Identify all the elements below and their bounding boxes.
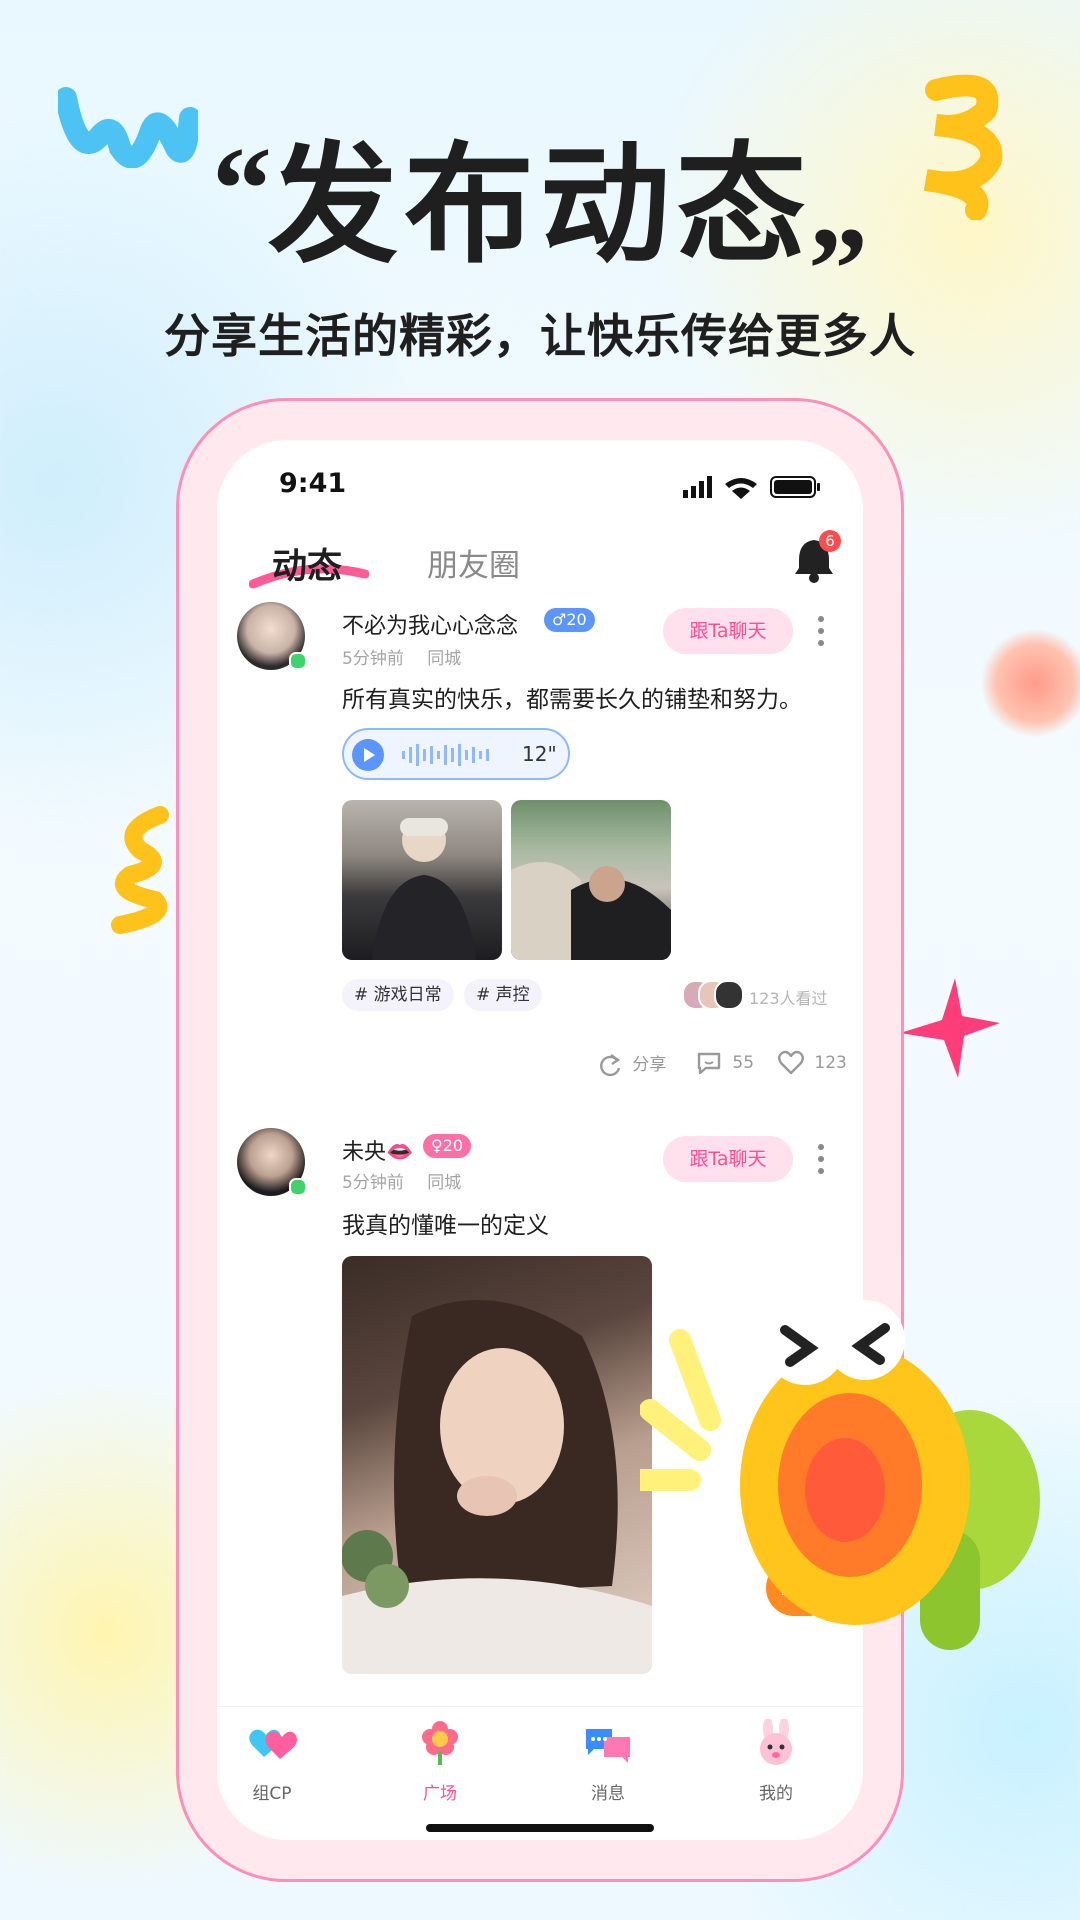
- bunny-icon: [760, 1717, 792, 1765]
- comment-count: 55: [732, 1053, 755, 1073]
- tab-friends-circle[interactable]: 朋友圈: [427, 540, 520, 585]
- topic-tag[interactable]: # 游戏日常: [342, 979, 454, 1011]
- username: 未央👄: [342, 1140, 414, 1165]
- nav-label: 消息: [591, 1784, 625, 1804]
- play-icon[interactable]: [352, 739, 384, 771]
- status-time: 9:41: [279, 468, 347, 499]
- post-photo[interactable]: [342, 1256, 652, 1674]
- voice-duration: 12": [522, 742, 557, 766]
- signal-icon: [683, 490, 688, 498]
- post-photo[interactable]: [342, 800, 502, 960]
- share-icon: [600, 1054, 621, 1077]
- headline: 发布动态: [0, 130, 1080, 280]
- post-time: 5分钟前: [342, 649, 404, 669]
- nav-item-messages[interactable]: 消息: [553, 1719, 663, 1804]
- more-options-icon[interactable]: [817, 1144, 825, 1178]
- online-indicator: [289, 652, 307, 670]
- like-count: 123: [814, 1053, 847, 1073]
- headline-title: 发布动态: [267, 129, 812, 281]
- hearts-icon: [249, 1729, 297, 1759]
- waveform-icon: [402, 744, 489, 766]
- post-text: 所有真实的快乐，都需要长久的铺垫和努力。: [342, 687, 802, 713]
- like-button[interactable]: 123: [777, 1050, 847, 1076]
- chat-button[interactable]: 跟Ta聊天: [663, 608, 793, 654]
- nav-item-cp[interactable]: 组CP: [217, 1719, 327, 1804]
- nav-label: 我的: [759, 1784, 793, 1804]
- feed-tabs: 动态 朋友圈 6: [217, 530, 863, 600]
- status-bar: 9:41: [217, 440, 863, 536]
- heart-icon: [778, 1050, 804, 1075]
- spring-decoration-icon: [111, 806, 169, 934]
- chat-button[interactable]: 跟Ta聊天: [663, 1136, 793, 1182]
- topic-tag[interactable]: # 声控: [464, 979, 542, 1011]
- post-meta: 5分钟前 同城: [342, 644, 479, 669]
- blob-decoration: [980, 628, 1080, 738]
- post-time: 5分钟前: [342, 1173, 404, 1193]
- comment-button[interactable]: 55: [695, 1050, 754, 1076]
- post-photo[interactable]: [511, 800, 671, 960]
- home-indicator: [426, 1824, 654, 1832]
- nav-label: 组CP: [252, 1784, 292, 1804]
- notification-badge: 6: [819, 530, 841, 552]
- post-item: 不必为我心心念念 ♂20 5分钟前 同城 跟Ta聊天 所有真实的快乐，都需要长久…: [217, 600, 863, 1011]
- nav-label: 广场: [423, 1784, 457, 1804]
- tab-moments[interactable]: 动态: [272, 538, 342, 589]
- avatar[interactable]: [237, 602, 307, 670]
- viewer-avatars: [682, 980, 744, 1010]
- share-button[interactable]: 分享: [597, 1050, 666, 1078]
- nav-item-me[interactable]: 我的: [721, 1717, 831, 1804]
- star-decoration-icon: [900, 978, 1000, 1078]
- view-count: 123人看过: [749, 989, 828, 1008]
- headline-subtitle: 分享生活的精彩，让快乐传给更多人: [164, 309, 916, 363]
- status-icons: [683, 476, 820, 499]
- gender-age-badge: ♂20: [544, 608, 595, 632]
- wifi-icon: [725, 478, 757, 499]
- flower-icon: [422, 1721, 458, 1765]
- post-text: 我真的懂唯一的定义: [342, 1213, 549, 1239]
- voice-message[interactable]: 12": [342, 728, 570, 780]
- post-location: 同城: [427, 649, 462, 669]
- share-label: 分享: [632, 1055, 667, 1075]
- avatar[interactable]: [237, 1128, 307, 1196]
- chat-bubbles-icon: [586, 1729, 630, 1763]
- megaphone-mascot-icon: [640, 1300, 1040, 1650]
- online-indicator: [289, 1178, 307, 1196]
- username: 不必为我心心念念: [342, 614, 519, 639]
- post-location: 同城: [427, 1173, 462, 1193]
- bottom-nav: 组CP 广场 消息 我的: [217, 1706, 863, 1840]
- post-meta: 5分钟前 同城: [342, 1168, 479, 1193]
- nav-item-square[interactable]: 广场: [385, 1719, 495, 1804]
- gender-age-badge: ♀20: [423, 1134, 472, 1158]
- comment-icon: [697, 1052, 721, 1075]
- more-options-icon[interactable]: [817, 616, 825, 650]
